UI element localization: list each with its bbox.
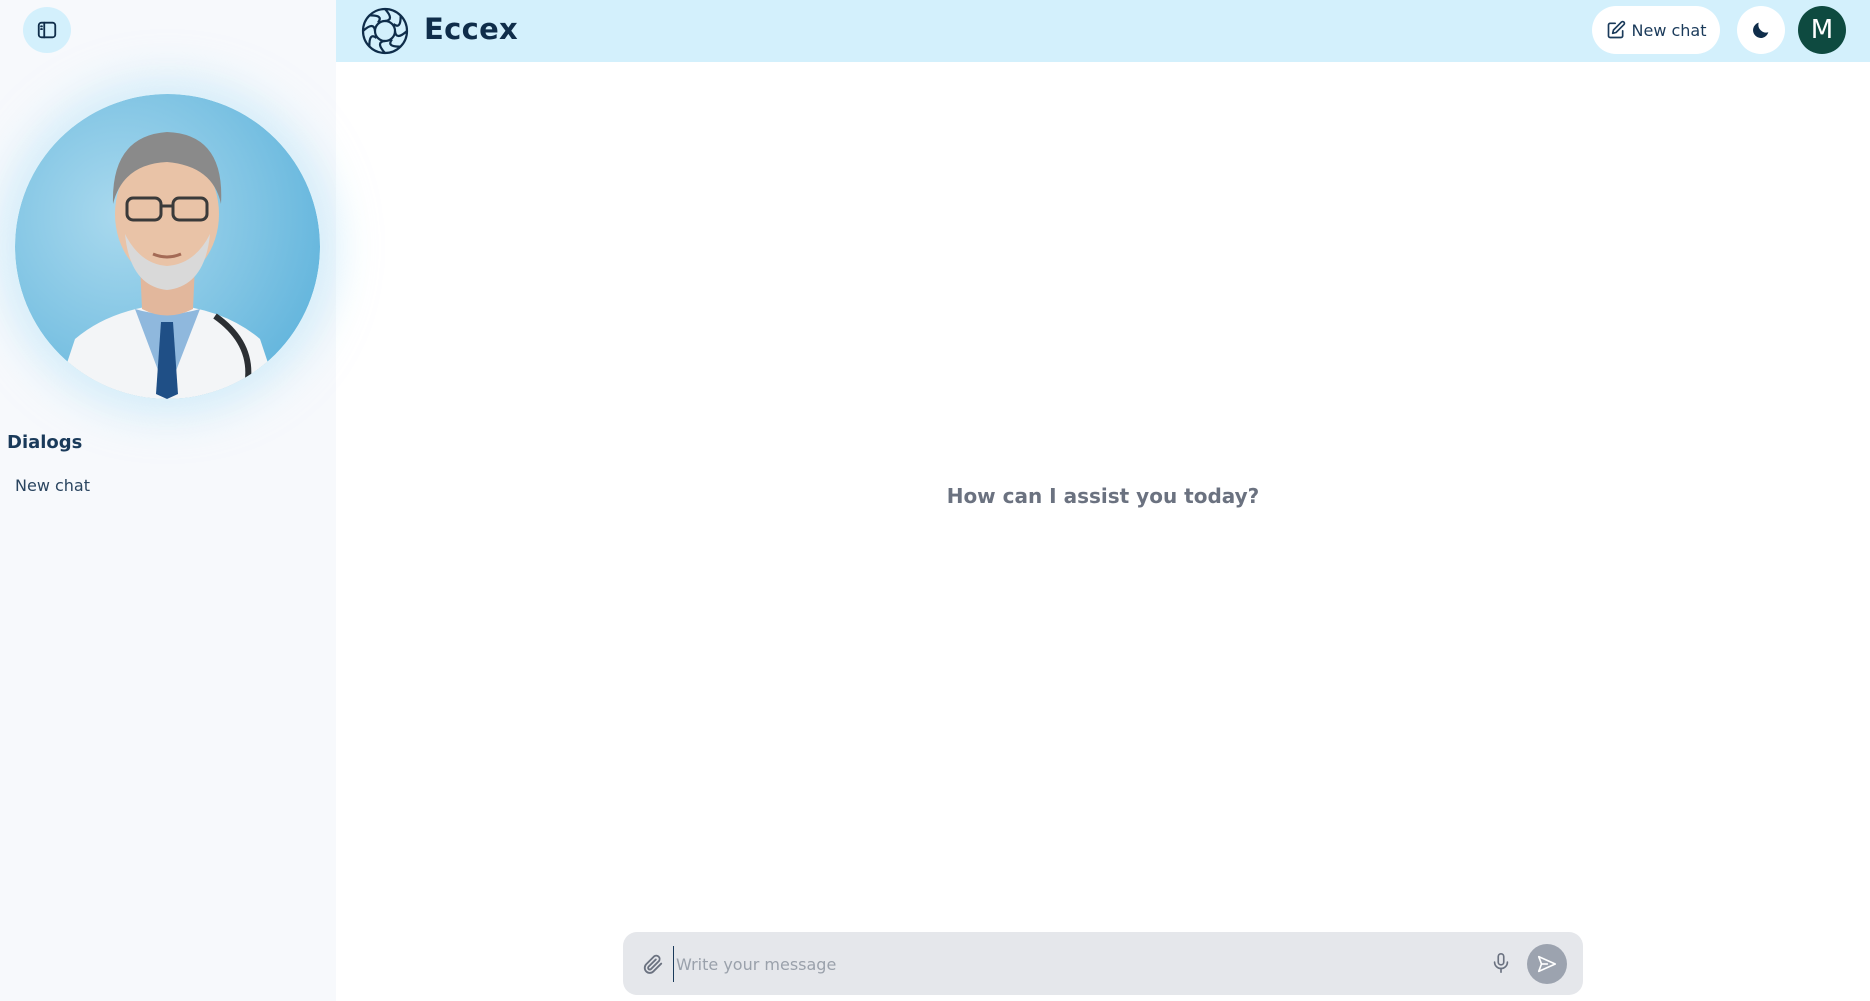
new-chat-label: New chat xyxy=(1631,20,1707,40)
voice-input-button[interactable] xyxy=(1487,949,1515,977)
edit-square-icon xyxy=(1607,20,1625,39)
eccex-logo-icon xyxy=(361,7,409,55)
microphone-icon xyxy=(1493,953,1509,973)
user-avatar[interactable]: M xyxy=(1798,6,1846,54)
message-composer xyxy=(623,932,1583,995)
send-button[interactable] xyxy=(1527,944,1567,984)
send-icon xyxy=(1537,955,1557,973)
message-input[interactable] xyxy=(673,946,1473,982)
moon-icon xyxy=(1753,22,1769,38)
theme-toggle-button[interactable] xyxy=(1737,6,1785,54)
dialogs-heading: Dialogs xyxy=(7,432,83,453)
sidebar-toggle-button[interactable] xyxy=(23,7,71,53)
dialog-item-new-chat[interactable]: New chat xyxy=(15,476,90,495)
top-header: Eccex New chat M xyxy=(336,0,1870,62)
new-chat-button[interactable]: New chat xyxy=(1592,6,1720,54)
sidebar-panel-icon xyxy=(37,21,57,39)
assistant-portrait xyxy=(15,94,320,399)
attach-button[interactable] xyxy=(639,950,667,978)
doctor-avatar-image xyxy=(15,94,320,399)
app-name: Eccex xyxy=(424,12,519,46)
paperclip-icon xyxy=(643,954,663,974)
sidebar: Dialogs New chat xyxy=(0,0,336,1001)
welcome-message: How can I assist you today? xyxy=(946,484,1260,508)
